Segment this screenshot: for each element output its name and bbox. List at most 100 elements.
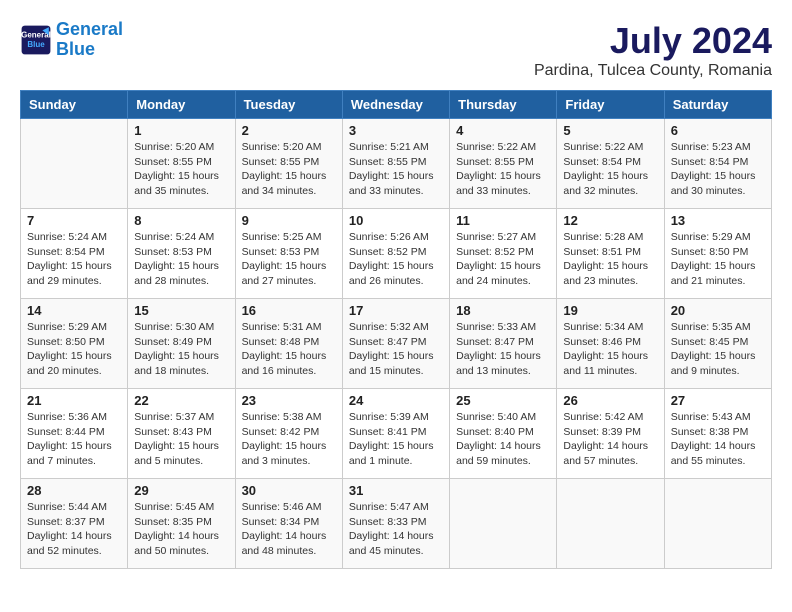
calendar-day-cell: 8Sunrise: 5:24 AMSunset: 8:53 PMDaylight…	[128, 209, 235, 299]
calendar-day-cell: 20 Sunrise: 5:35 AMSunset: 8:45 PMDayligh…	[664, 299, 771, 389]
calendar-day-cell: 28 Sunrise: 5:44 AMSunset: 8:37 PMDayligh…	[21, 479, 128, 569]
calendar-day-cell: 18 Sunrise: 5:33 AMSunset: 8:47 PMDayligh…	[450, 299, 557, 389]
weekday-header-cell: Saturday	[664, 91, 771, 119]
calendar-day-cell	[557, 479, 664, 569]
calendar-day-cell: 3 Sunrise: 5:21 AMSunset: 8:55 PMDaylight…	[342, 119, 449, 209]
location-title: Pardina, Tulcea County, Romania	[534, 62, 772, 80]
day-info: Sunrise: 5:27 AMSunset: 8:52 PMDaylight:…	[456, 230, 550, 289]
calendar-day-cell: 19 Sunrise: 5:34 AMSunset: 8:46 PMDayligh…	[557, 299, 664, 389]
day-number: 2	[242, 123, 336, 138]
calendar-day-cell: 24 Sunrise: 5:39 AMSunset: 8:41 PMDayligh…	[342, 389, 449, 479]
day-info: Sunrise: 5:30 AMSunset: 8:49 PMDaylight:…	[134, 320, 228, 379]
day-info: Sunrise: 5:31 AMSunset: 8:48 PMDaylight:…	[242, 320, 336, 379]
day-info: Sunrise: 5:24 AMSunset: 8:53 PMDaylight:…	[134, 230, 228, 289]
month-title: July 2024	[534, 20, 772, 62]
header: General Blue General Blue July 2024 Pard…	[20, 20, 772, 80]
day-number: 11	[456, 213, 550, 228]
day-info: Sunrise: 5:26 AMSunset: 8:52 PMDaylight:…	[349, 230, 443, 289]
weekday-header-cell: Thursday	[450, 91, 557, 119]
day-number: 21	[27, 393, 121, 408]
calendar-day-cell: 21 Sunrise: 5:36 AMSunset: 8:44 PMDayligh…	[21, 389, 128, 479]
calendar-day-cell: 4Sunrise: 5:22 AMSunset: 8:55 PMDaylight…	[450, 119, 557, 209]
day-number: 28	[27, 483, 121, 498]
day-number: 19	[563, 303, 657, 318]
calendar-day-cell: 10 Sunrise: 5:26 AMSunset: 8:52 PMDayligh…	[342, 209, 449, 299]
calendar-day-cell: 5 Sunrise: 5:22 AMSunset: 8:54 PMDaylight…	[557, 119, 664, 209]
calendar-week-row: 21 Sunrise: 5:36 AMSunset: 8:44 PMDayligh…	[21, 389, 772, 479]
day-info: Sunrise: 5:29 AMSunset: 8:50 PMDaylight:…	[27, 320, 121, 379]
day-number: 30	[242, 483, 336, 498]
day-info: Sunrise: 5:32 AMSunset: 8:47 PMDaylight:…	[349, 320, 443, 379]
day-number: 20	[671, 303, 765, 318]
calendar-day-cell: 1 Sunrise: 5:20 AMSunset: 8:55 PMDaylight…	[128, 119, 235, 209]
calendar-day-cell: 2Sunrise: 5:20 AMSunset: 8:55 PMDaylight…	[235, 119, 342, 209]
weekday-header-cell: Friday	[557, 91, 664, 119]
day-number: 24	[349, 393, 443, 408]
day-info: Sunrise: 5:37 AMSunset: 8:43 PMDaylight:…	[134, 410, 228, 469]
day-number: 17	[349, 303, 443, 318]
day-number: 6	[671, 123, 765, 138]
day-number: 27	[671, 393, 765, 408]
weekday-header-cell: Sunday	[21, 91, 128, 119]
calendar-day-cell: 16Sunrise: 5:31 AMSunset: 8:48 PMDayligh…	[235, 299, 342, 389]
day-info: Sunrise: 5:40 AMSunset: 8:40 PMDaylight:…	[456, 410, 550, 469]
day-info: Sunrise: 5:20 AMSunset: 8:55 PMDaylight:…	[134, 140, 228, 199]
title-area: July 2024 Pardina, Tulcea County, Romani…	[534, 20, 772, 80]
calendar-day-cell: 13Sunrise: 5:29 AMSunset: 8:50 PMDayligh…	[664, 209, 771, 299]
calendar-day-cell: 7 Sunrise: 5:24 AMSunset: 8:54 PMDaylight…	[21, 209, 128, 299]
day-info: Sunrise: 5:47 AMSunset: 8:33 PMDaylight:…	[349, 500, 443, 559]
calendar-body: 1 Sunrise: 5:20 AMSunset: 8:55 PMDaylight…	[21, 119, 772, 569]
calendar-day-cell: 11 Sunrise: 5:27 AMSunset: 8:52 PMDayligh…	[450, 209, 557, 299]
day-number: 29	[134, 483, 228, 498]
logo-icon: General Blue	[20, 24, 52, 56]
day-number: 26	[563, 393, 657, 408]
day-number: 12	[563, 213, 657, 228]
day-number: 10	[349, 213, 443, 228]
calendar-day-cell: 6Sunrise: 5:23 AMSunset: 8:54 PMDaylight…	[664, 119, 771, 209]
calendar-day-cell: 9Sunrise: 5:25 AMSunset: 8:53 PMDaylight…	[235, 209, 342, 299]
day-number: 7	[27, 213, 121, 228]
day-info: Sunrise: 5:36 AMSunset: 8:44 PMDaylight:…	[27, 410, 121, 469]
calendar-day-cell: 26Sunrise: 5:42 AMSunset: 8:39 PMDayligh…	[557, 389, 664, 479]
calendar-week-row: 1 Sunrise: 5:20 AMSunset: 8:55 PMDaylight…	[21, 119, 772, 209]
day-number: 23	[242, 393, 336, 408]
calendar-week-row: 7 Sunrise: 5:24 AMSunset: 8:54 PMDaylight…	[21, 209, 772, 299]
day-info: Sunrise: 5:25 AMSunset: 8:53 PMDaylight:…	[242, 230, 336, 289]
day-info: Sunrise: 5:34 AMSunset: 8:46 PMDaylight:…	[563, 320, 657, 379]
day-info: Sunrise: 5:45 AMSunset: 8:35 PMDaylight:…	[134, 500, 228, 559]
day-info: Sunrise: 5:44 AMSunset: 8:37 PMDaylight:…	[27, 500, 121, 559]
day-number: 18	[456, 303, 550, 318]
day-number: 15	[134, 303, 228, 318]
day-info: Sunrise: 5:28 AMSunset: 8:51 PMDaylight:…	[563, 230, 657, 289]
day-info: Sunrise: 5:39 AMSunset: 8:41 PMDaylight:…	[349, 410, 443, 469]
day-number: 13	[671, 213, 765, 228]
day-info: Sunrise: 5:35 AMSunset: 8:45 PMDaylight:…	[671, 320, 765, 379]
calendar-day-cell: 31Sunrise: 5:47 AMSunset: 8:33 PMDayligh…	[342, 479, 449, 569]
day-info: Sunrise: 5:22 AMSunset: 8:54 PMDaylight:…	[563, 140, 657, 199]
logo-blue: Blue	[56, 39, 95, 59]
logo: General Blue General Blue	[20, 20, 123, 60]
day-info: Sunrise: 5:46 AMSunset: 8:34 PMDaylight:…	[242, 500, 336, 559]
calendar-week-row: 14Sunrise: 5:29 AMSunset: 8:50 PMDayligh…	[21, 299, 772, 389]
day-number: 4	[456, 123, 550, 138]
day-info: Sunrise: 5:33 AMSunset: 8:47 PMDaylight:…	[456, 320, 550, 379]
day-number: 1	[134, 123, 228, 138]
day-number: 22	[134, 393, 228, 408]
calendar-day-cell: 12 Sunrise: 5:28 AMSunset: 8:51 PMDayligh…	[557, 209, 664, 299]
calendar-day-cell	[664, 479, 771, 569]
weekday-header-row: SundayMondayTuesdayWednesdayThursdayFrid…	[21, 91, 772, 119]
calendar-table: SundayMondayTuesdayWednesdayThursdayFrid…	[20, 90, 772, 569]
day-number: 3	[349, 123, 443, 138]
day-number: 5	[563, 123, 657, 138]
weekday-header-cell: Wednesday	[342, 91, 449, 119]
weekday-header-cell: Tuesday	[235, 91, 342, 119]
calendar-day-cell: 27 Sunrise: 5:43 AMSunset: 8:38 PMDayligh…	[664, 389, 771, 479]
day-info: Sunrise: 5:21 AMSunset: 8:55 PMDaylight:…	[349, 140, 443, 199]
logo-general: General	[56, 19, 123, 39]
calendar-day-cell: 15 Sunrise: 5:30 AMSunset: 8:49 PMDayligh…	[128, 299, 235, 389]
day-info: Sunrise: 5:43 AMSunset: 8:38 PMDaylight:…	[671, 410, 765, 469]
calendar-week-row: 28 Sunrise: 5:44 AMSunset: 8:37 PMDayligh…	[21, 479, 772, 569]
logo-text: General Blue	[56, 20, 123, 60]
day-info: Sunrise: 5:24 AMSunset: 8:54 PMDaylight:…	[27, 230, 121, 289]
calendar-day-cell: 22 Sunrise: 5:37 AMSunset: 8:43 PMDayligh…	[128, 389, 235, 479]
